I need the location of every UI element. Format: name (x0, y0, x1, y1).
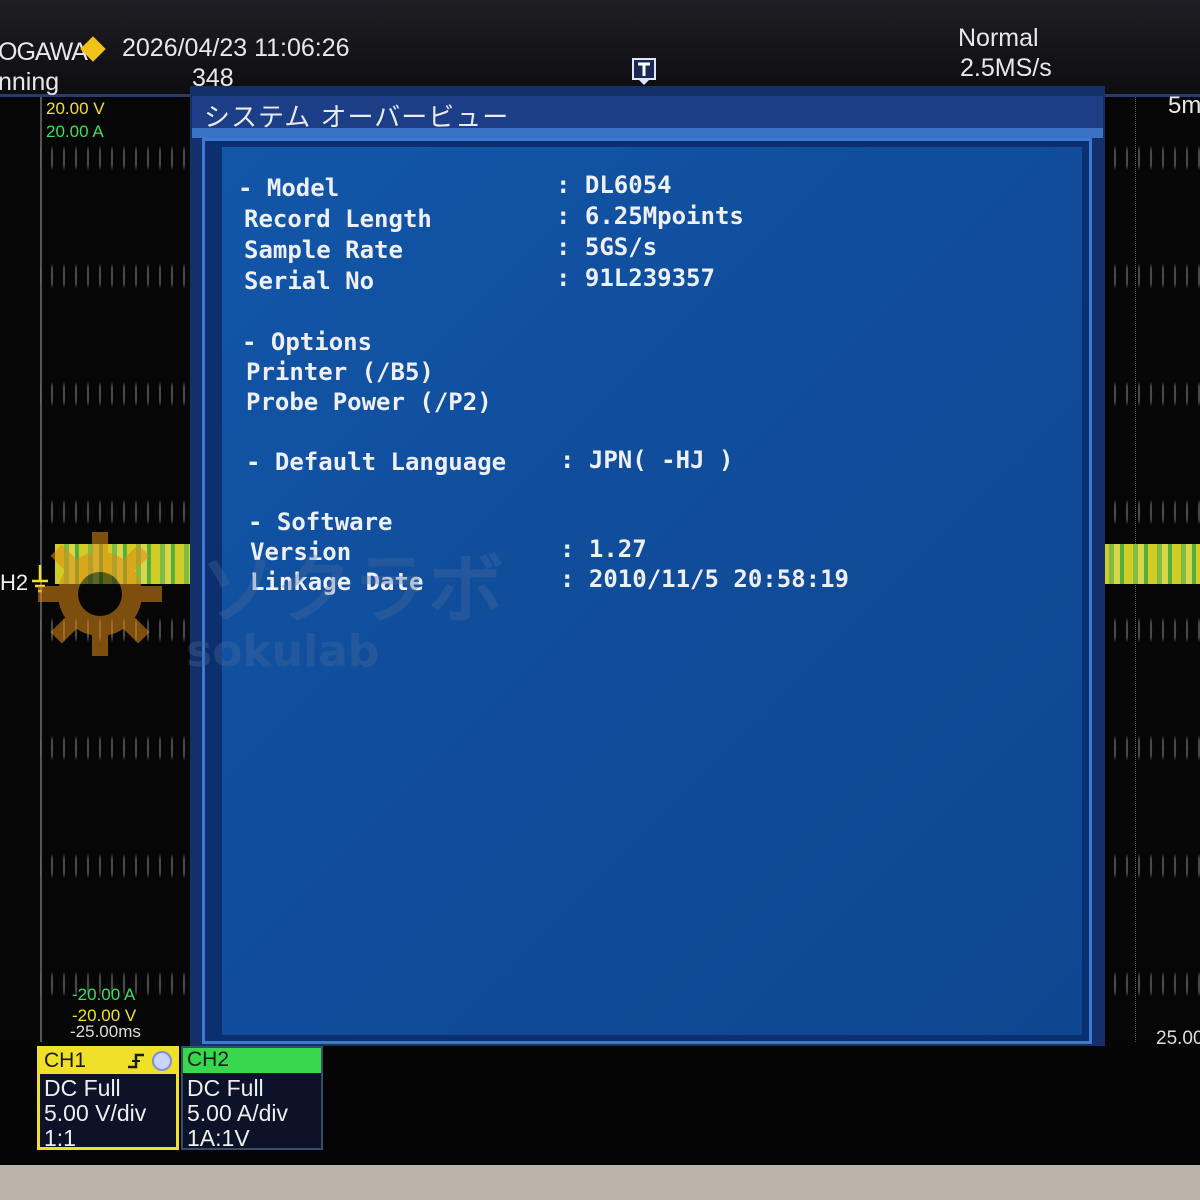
linkage-date-value: : 2010/11/5 20:58:19 (560, 565, 849, 593)
ch2-coupling: DC Full (187, 1075, 264, 1101)
ch1-active-indicator-icon (152, 1051, 172, 1071)
ch1-volts-div: 5.00 V/div (44, 1100, 147, 1126)
option-probe-power: Probe Power (/P2) (246, 388, 492, 416)
ch2-amps-div: 5.00 A/div (187, 1100, 289, 1126)
serial-no-value: : 91L239357 (556, 264, 715, 292)
time-left-scale: -25.00ms (70, 1022, 141, 1041)
ch1-title: CH1 (44, 1049, 87, 1072)
ch2-probe-ratio: 1A:1V (187, 1125, 250, 1151)
version-value: : 1.27 (560, 535, 647, 563)
trigger-position-icon (632, 58, 656, 85)
ch2-upper-scale: 20.00 A (46, 122, 104, 141)
ch2-lower-scale: -20.00 A (72, 985, 136, 1004)
default-language-value: : JPN( -HJ ) (560, 446, 734, 474)
watermark-japanese: ソクラボ (200, 545, 504, 634)
model-value: : DL6054 (556, 171, 672, 199)
ch2-info-panel[interactable]: CH2 DC Full 5.00 A/div 1A:1V (181, 1046, 323, 1151)
sample-rate-readout: 2.5MS/s (960, 54, 1052, 82)
ch2-ground-marker: H2 (0, 570, 29, 595)
dialog-title-separator (192, 128, 1103, 138)
oscilloscope-screen: OGAWA 2026/04/23 11:06:26 nning 348 Norm… (0, 0, 1200, 1165)
watermark-english: sokulab (186, 626, 380, 677)
sample-rate-label: Sample Rate (244, 236, 403, 264)
channel-info-area (0, 1046, 1200, 1165)
ch1-info-panel[interactable]: CH1 DC Full 5.00 V/div 1:1 (37, 1046, 179, 1151)
default-language-label: - Default Language (246, 448, 507, 476)
waveform-trace-right (1100, 544, 1200, 584)
options-label: - Options (242, 328, 373, 356)
option-printer: Printer (/B5) (246, 358, 434, 386)
ch1-probe-ratio: 1:1 (44, 1125, 76, 1151)
datetime-readout: 2026/04/23 11:06:26 (122, 34, 350, 62)
record-length-label: Record Length (244, 205, 432, 233)
serial-no-label: Serial No (244, 267, 375, 295)
instrument-bezel (0, 1165, 1200, 1200)
sample-rate-value: : 5GS/s (556, 233, 658, 261)
model-label: - Model (238, 174, 340, 202)
ch1-upper-scale: 20.00 V (46, 99, 105, 118)
run-status: nning (0, 68, 60, 96)
gear-watermark-icon (38, 532, 162, 656)
ch1-coupling: DC Full (44, 1075, 121, 1101)
record-length-value: : 6.25Mpoints (556, 202, 744, 230)
ch2-title: CH2 (187, 1048, 230, 1071)
coupling-dc-icon (128, 1053, 144, 1069)
trigger-mode: Normal (958, 24, 1039, 52)
brand-logo: OGAWA (0, 38, 88, 66)
